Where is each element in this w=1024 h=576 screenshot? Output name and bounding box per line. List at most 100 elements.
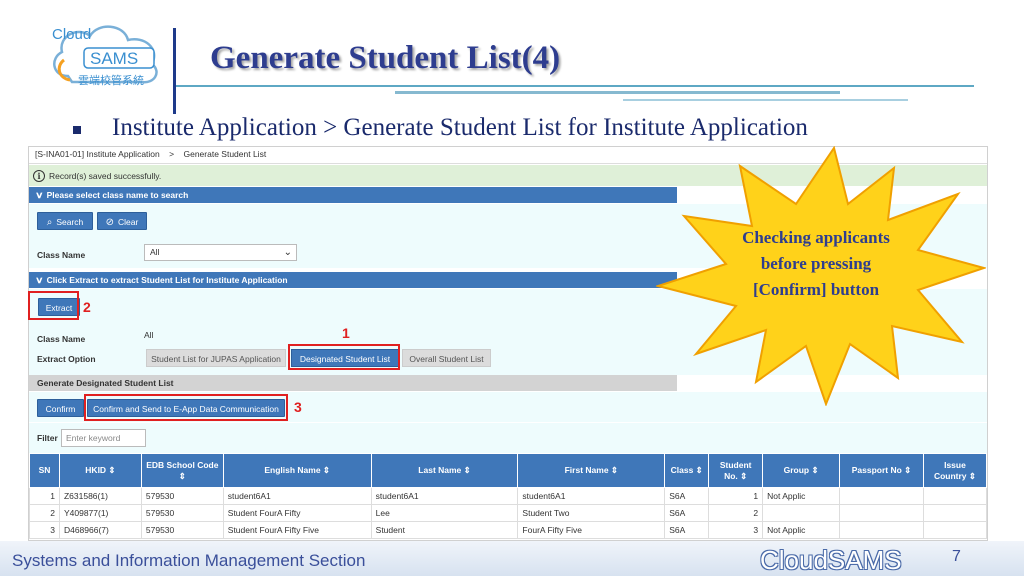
cell-school-code: 579530 [140,521,224,539]
cell-passport-no [839,504,924,522]
generate-section-header: Generate Designated Student List [29,375,677,391]
class-name-select-value: All [150,247,160,257]
chevron-down-icon: ∨ [35,275,44,285]
search-button[interactable]: ⌕ Search [37,212,93,230]
annotation-number-2: 2 [83,299,91,315]
header-line [395,91,840,94]
filter-label: Filter [37,433,58,443]
column-header-group[interactable]: Group ⇕ [762,453,841,488]
cell-class: S6A [664,504,710,522]
cell-issue-country [922,504,987,522]
cell-sn: 3 [29,521,60,539]
cell-last-name: Student [370,521,519,539]
class-name-label: Class Name [37,250,86,260]
cell-group: Not Applic [762,487,841,505]
clear-icon: ⊘ [105,217,115,228]
search-button-label: Search [56,217,84,227]
cell-first-name: student6A1 [517,487,666,505]
cell-english-name: Student FourA Fifty [222,504,372,522]
footer-section-name: Systems and Information Management Secti… [12,551,366,570]
cell-group [762,504,841,522]
cell-english-name: student6A1 [222,487,372,505]
search-section-title: Please select class name to search [46,190,189,200]
cell-school-code: 579530 [140,504,224,522]
filter-bar [29,423,987,453]
annotation-number-3: 3 [294,399,302,415]
cell-class: S6A [664,521,710,539]
column-header-passport-no[interactable]: Passport No ⇕ [839,453,924,488]
column-header-sn[interactable]: SN [29,453,60,488]
header-divider [173,28,176,114]
chevron-down-icon: ⌄ [283,247,292,258]
breadcrumb-separator: > [169,149,175,159]
extract-section-header[interactable]: ∨ Click Extract to extract Student List f… [29,272,677,288]
cloudsams-logo: Cloud SAMS 雲端校管系統 [52,25,158,87]
search-section-header[interactable]: ∨ Please select class name to search [29,187,677,203]
cell-student-no: 1 [708,487,764,505]
column-header-issue-country[interactable]: Issue Country ⇕ [922,453,987,488]
logo-cloud-text: Cloud [52,26,91,43]
annotation-box-designated [288,344,400,370]
cell-student-no: 2 [708,504,764,522]
cell-passport-no [839,521,924,539]
page-number: 7 [952,548,961,565]
option-jupas[interactable]: Student List for JUPAS Application [146,349,286,367]
header-line [176,85,974,87]
success-text: Record(s) saved successfully. [49,170,162,181]
table-row[interactable]: 3 D468966(7) 579530 Student FourA Fifty … [29,521,987,539]
logo-sams-text: SAMS [90,49,138,68]
class-name-label: Class Name [37,334,86,344]
column-header-class[interactable]: Class ⇕ [664,453,710,488]
confirm-button-label: Confirm [45,404,76,414]
footer-brand-logo: CloudSAMS [760,545,902,575]
option-overall[interactable]: Overall Student List [402,349,491,367]
info-icon: i [33,169,45,182]
chevron-down-icon: ∨ [35,190,44,200]
search-icon: ⌕ [46,217,53,228]
column-header-student-no[interactable]: Student No. ⇕ [708,453,764,488]
breadcrumb-current: Generate Student List [183,149,267,159]
cell-group: Not Applic [762,521,841,539]
table-row[interactable]: 1 Z631586(1) 579530 student6A1 student6A… [29,487,987,505]
cell-english-name: Student FourA Fifty Five [222,521,372,539]
bullet-marker [73,126,81,134]
cell-student-no: 3 [708,521,764,539]
cell-last-name: student6A1 [370,487,519,505]
cell-last-name: Lee [370,504,519,522]
cell-issue-country [922,521,987,539]
student-table: SN HKID ⇕ EDB School Code ⇕ English Name… [29,453,987,539]
cell-class: S6A [664,487,710,505]
table-row[interactable]: 2 Y409877(1) 579530 Student FourA Fifty … [29,504,987,522]
column-header-first-name[interactable]: First Name ⇕ [517,453,666,488]
cell-sn: 2 [29,504,60,522]
cell-passport-no [839,487,924,505]
extract-option-label: Extract Option [37,354,96,364]
class-name-select[interactable]: All ⌄ [144,244,297,261]
class-name-value: All [144,330,154,340]
column-header-last-name[interactable]: Last Name ⇕ [370,453,519,488]
slide-title: Generate Student List(4) [210,40,561,76]
header-line [623,99,908,101]
clear-button[interactable]: ⊘ Clear [97,212,147,230]
confirm-button[interactable]: Confirm [37,399,84,417]
cell-first-name: FourA Fifty Five [517,521,666,539]
column-header-edb-school-code[interactable]: EDB School Code ⇕ [140,453,224,488]
bullet-text: Institute Application > Generate Student… [112,114,808,141]
logo-chinese-text: 雲端校管系統 [78,73,144,87]
cell-hkid: D468966(7) [58,521,142,539]
column-header-english-name[interactable]: English Name ⇕ [222,453,372,488]
cell-hkid: Y409877(1) [58,504,142,522]
breadcrumb-code: [S-INA01-01] [35,149,85,159]
cell-school-code: 579530 [140,487,224,505]
annotation-box-confirm-send [84,394,288,421]
callout-text: Checking applicants before pressing [Con… [742,228,890,299]
annotation-box-extract [28,291,79,320]
table-header-row: SN HKID ⇕ EDB School Code ⇕ English Name… [29,453,987,488]
filter-input[interactable]: Enter keyword [61,429,146,447]
annotation-number-1: 1 [342,325,350,341]
clear-button-label: Clear [118,217,139,227]
breadcrumb-item[interactable]: Institute Application [87,149,160,159]
cell-sn: 1 [29,487,60,505]
column-header-hkid[interactable]: HKID ⇕ [58,453,142,488]
cell-first-name: Student Two [517,504,666,522]
